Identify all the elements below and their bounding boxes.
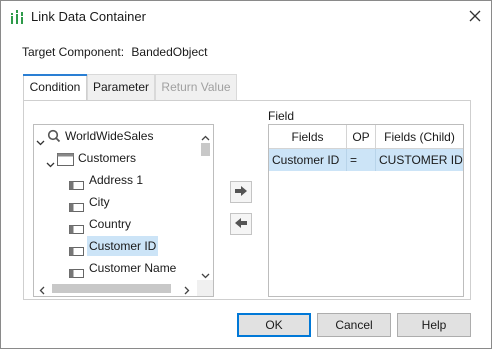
arrow-left-icon xyxy=(234,217,248,232)
cancel-button[interactable]: Cancel xyxy=(317,313,391,337)
tree-node-label: Country xyxy=(89,217,132,231)
data-tree[interactable]: WorldWideSales Customers Address 1 City … xyxy=(33,124,214,297)
chart-bars-icon xyxy=(10,9,24,25)
field-section-label: Field xyxy=(268,109,295,123)
help-button[interactable]: Help xyxy=(397,313,471,337)
tree-node-label: WorldWideSales xyxy=(65,129,154,143)
tree-node-label: Customer Name xyxy=(89,261,177,275)
field-icon xyxy=(69,176,84,196)
tree-node-label: Customer ID xyxy=(87,236,159,256)
ok-button[interactable]: OK xyxy=(237,313,311,337)
horizontal-scroll-thumb[interactable] xyxy=(52,284,171,293)
tab-condition[interactable]: Condition xyxy=(23,74,87,102)
column-header-child[interactable]: Fields (Child) xyxy=(376,125,463,149)
tab-parameter-label: Parameter xyxy=(92,80,150,94)
tab-parameter[interactable]: Parameter xyxy=(87,74,155,101)
table-cell-child[interactable]: CUSTOMER ID xyxy=(376,149,463,171)
table-icon xyxy=(57,152,74,172)
arrow-right-icon xyxy=(234,185,248,200)
window-title: Link Data Container xyxy=(31,9,146,24)
horizontal-scrollbar[interactable] xyxy=(34,280,197,296)
tab-return-value: Return Value xyxy=(155,74,237,101)
column-header-op[interactable]: OP xyxy=(347,125,376,149)
close-button[interactable] xyxy=(463,5,487,29)
table-cell-op[interactable]: = xyxy=(347,149,376,171)
target-component-label: Target Component: xyxy=(22,45,125,59)
query-icon xyxy=(47,129,61,149)
tree-node-label: City xyxy=(89,195,110,209)
condition-panel: WorldWideSales Customers Address 1 City … xyxy=(23,100,471,300)
target-component-value: BandedObject xyxy=(131,45,208,59)
link-data-container-dialog: Link Data Container Target Component: Ba… xyxy=(0,0,492,349)
close-icon xyxy=(469,10,481,25)
tab-return-value-label: Return Value xyxy=(161,80,231,94)
field-icon xyxy=(69,220,84,240)
field-icon xyxy=(69,198,84,218)
vertical-scroll-thumb[interactable] xyxy=(201,143,210,156)
tree-node-label: Customers xyxy=(78,151,137,165)
chevron-left-icon[interactable] xyxy=(39,284,45,296)
table-cell-parent[interactable]: Customer ID xyxy=(269,149,347,171)
remove-field-button[interactable] xyxy=(230,213,252,235)
field-icon xyxy=(69,242,84,262)
column-header-parent[interactable]: Fields (Parent) xyxy=(269,125,347,168)
chevron-right-icon[interactable] xyxy=(184,284,190,296)
chevron-down-icon[interactable] xyxy=(46,154,55,174)
tab-condition-label: Condition xyxy=(29,80,81,94)
tree-node-label: Address 1 xyxy=(89,173,144,187)
vertical-scrollbar[interactable] xyxy=(197,125,213,281)
chevron-down-icon[interactable] xyxy=(36,132,45,152)
field-grid[interactable]: Fields (Parent) OP Fields (Child) Custom… xyxy=(268,124,464,297)
title-bar: Link Data Container xyxy=(1,1,491,33)
scrollbar-corner xyxy=(197,280,213,296)
target-component: Target Component: BandedObject xyxy=(22,45,211,59)
add-field-button[interactable] xyxy=(230,181,252,203)
chevron-up-icon[interactable] xyxy=(201,130,210,144)
